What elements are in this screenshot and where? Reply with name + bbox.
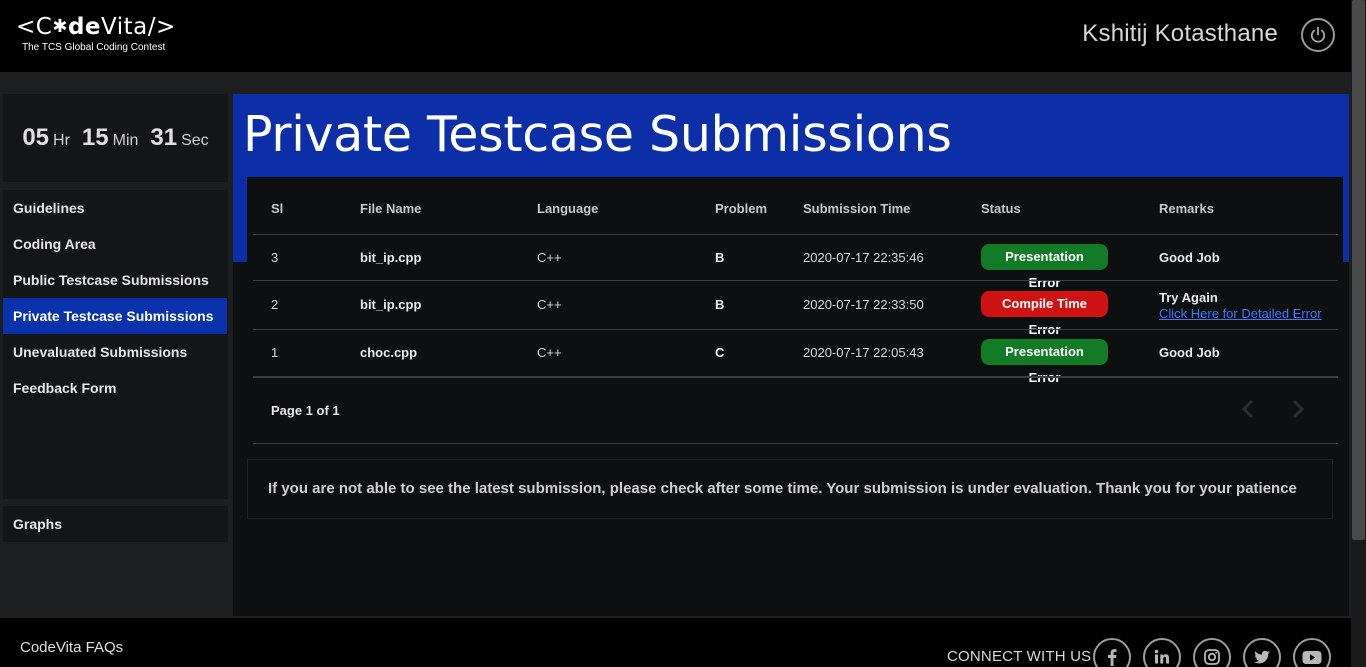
- row-2-language: C++: [537, 297, 562, 312]
- row-2-sl: 2: [271, 297, 279, 312]
- column-header-sl: Sl: [271, 201, 284, 216]
- countdown-timer: 05 Hr 15 Min 31 Sec: [3, 94, 228, 182]
- row-1-file-name: bit_ip.cpp: [360, 250, 422, 265]
- connect-with-us-label: CONNECT WITH US: [947, 648, 1092, 665]
- row-2-submission-time: 2020-07-17 22:33:50: [803, 297, 924, 312]
- detailed-error-link[interactable]: Click Here for Detailed Error: [1159, 306, 1322, 321]
- chevron-right-icon[interactable]: [1284, 396, 1310, 422]
- codevita-logo[interactable]: <C✱deVita/> The TCS Global Coding Contes…: [16, 14, 176, 54]
- faq-link[interactable]: CodeVita FAQs: [20, 639, 123, 656]
- table-row-divider: [253, 329, 1338, 330]
- row-1-sl: 3: [271, 250, 279, 265]
- logo-tagline: The TCS Global Coding Contest: [22, 42, 166, 53]
- evaluation-notice: If you are not able to see the latest su…: [268, 480, 1297, 497]
- row-2-status-badge: Compile Time Error: [981, 291, 1108, 337]
- logout-button[interactable]: [1301, 18, 1335, 52]
- sidebar: 05 Hr 15 Min 31 Sec Guidelines Coding Ar…: [0, 92, 232, 616]
- sidebar-item-private-testcase-submissions[interactable]: Private Testcase Submissions: [3, 298, 227, 334]
- sidebar-item-graphs[interactable]: Graphs: [3, 506, 227, 542]
- table-footer-divider: [253, 376, 1338, 378]
- row-3-file-name: choc.cpp: [360, 345, 418, 360]
- timer-seconds: 31: [150, 124, 178, 151]
- row-1-problem: B: [715, 250, 725, 265]
- row-3-language: C++: [537, 345, 562, 360]
- logo-wordmark: <C✱deVita/>: [16, 14, 176, 40]
- timer-minutes-unit: Min: [112, 132, 139, 149]
- row-3-problem: C: [715, 345, 725, 360]
- sidebar-item-unevaluated-submissions[interactable]: Unevaluated Submissions: [3, 334, 227, 370]
- page-scrollbar-thumb[interactable]: [1352, 0, 1365, 540]
- linkedin-icon: [1154, 649, 1169, 664]
- sidebar-item-public-testcase-submissions[interactable]: Public Testcase Submissions: [3, 262, 227, 298]
- power-icon: [1310, 26, 1326, 43]
- column-header-status: Status: [981, 201, 1021, 216]
- twitter-icon: [1254, 650, 1270, 664]
- row-3-status-badge: Presentation Error: [981, 339, 1108, 385]
- timer-hours: 05: [22, 124, 50, 151]
- row-1-status-badge: Presentation Error: [981, 244, 1108, 290]
- facebook-icon: [1108, 649, 1117, 666]
- user-name: Kshitij Kotasthane: [1082, 20, 1278, 47]
- timer-minutes: 15: [81, 124, 109, 151]
- timer-seconds-unit: Sec: [181, 132, 209, 149]
- page-indicator: Page 1 of 1: [271, 403, 340, 418]
- column-header-submission-time: Submission Time: [803, 201, 911, 216]
- column-header-file-name: File Name: [360, 201, 422, 216]
- row-2-file-name: bit_ip.cpp: [360, 297, 422, 312]
- row-3-remarks: Good Job: [1159, 345, 1220, 360]
- page-title: Private Testcase Submissions: [243, 106, 952, 163]
- row-2-problem: B: [715, 297, 725, 312]
- table-bottom-divider: [253, 443, 1338, 444]
- youtube-icon: [1302, 651, 1322, 664]
- row-1-language: C++: [537, 250, 562, 265]
- row-1-submission-time: 2020-07-17 22:35:46: [803, 250, 924, 265]
- column-header-language: Language: [537, 201, 599, 216]
- sidebar-item-feedback-form[interactable]: Feedback Form: [3, 370, 227, 406]
- row-1-remarks: Good Job: [1159, 250, 1220, 265]
- timer-hours-unit: Hr: [53, 132, 70, 149]
- sidebar-item-guidelines[interactable]: Guidelines: [3, 190, 227, 226]
- row-3-sl: 1: [271, 345, 279, 360]
- table-row-divider: [253, 280, 1338, 281]
- sidebar-graphs-box: Graphs: [3, 506, 228, 542]
- row-3-submission-time: 2020-07-17 22:05:43: [803, 345, 924, 360]
- column-header-problem: Problem: [715, 201, 768, 216]
- chevron-left-icon[interactable]: [1236, 396, 1262, 422]
- table-divider: [253, 234, 1338, 235]
- instagram-icon: [1204, 649, 1220, 665]
- column-header-remarks: Remarks: [1159, 201, 1214, 216]
- sidebar-item-coding-area[interactable]: Coding Area: [3, 226, 227, 262]
- row-2-remarks: Try Again: [1159, 290, 1218, 305]
- sidebar-nav: Guidelines Coding Area Public Testcase S…: [3, 190, 228, 499]
